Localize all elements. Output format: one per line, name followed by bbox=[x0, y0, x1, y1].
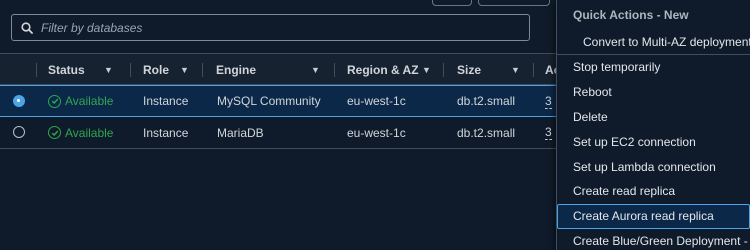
column-separator bbox=[130, 63, 131, 77]
column-separator bbox=[36, 63, 37, 77]
menu-group-quick-actions: Quick Actions - New bbox=[573, 8, 689, 22]
column-separator bbox=[443, 63, 444, 77]
search-icon bbox=[21, 21, 33, 34]
sort-caret-icon[interactable]: ▼ bbox=[180, 65, 189, 75]
sort-caret-icon[interactable]: ▼ bbox=[422, 65, 431, 75]
rds-databases-screen: Status ▼ Role ▼ Engine ▼ Region & AZ ▼ S… bbox=[0, 0, 750, 250]
radio-button-icon[interactable] bbox=[13, 95, 25, 107]
region-cell: eu-west-1c bbox=[347, 125, 406, 140]
size-cell: db.t2.small bbox=[457, 94, 516, 108]
radio-button-icon[interactable] bbox=[13, 126, 25, 138]
column-separator bbox=[533, 63, 534, 77]
region-cell: eu-west-1c bbox=[347, 94, 406, 108]
menu-item-convert-multi-az[interactable]: Convert to Multi-AZ deployment bbox=[557, 30, 750, 54]
menu-item-create-blue-green[interactable]: Create Blue/Green Deployment - n bbox=[557, 229, 750, 250]
menu-item-delete[interactable]: Delete bbox=[557, 105, 750, 130]
sort-caret-icon[interactable]: ▼ bbox=[511, 65, 520, 75]
menu-item-reboot[interactable]: Reboot bbox=[557, 80, 750, 105]
actions-menu: Quick Actions - New Convert to Multi-AZ … bbox=[556, 0, 750, 250]
ac-value: 3 bbox=[545, 93, 552, 109]
column-header-label: Region & AZ bbox=[347, 62, 419, 77]
ac-cell: 3 bbox=[545, 117, 552, 148]
menu-item-create-aurora-read-replica[interactable]: Create Aurora read replica bbox=[557, 203, 750, 229]
toolbar-button[interactable] bbox=[478, 0, 550, 6]
status-cell: Available bbox=[48, 86, 113, 116]
status-text: Available bbox=[65, 125, 114, 140]
role-cell: Instance bbox=[143, 125, 189, 140]
column-header-status[interactable]: Status ▼ bbox=[48, 54, 128, 85]
status-cell: Available bbox=[48, 117, 113, 148]
column-header-region[interactable]: Region & AZ ▼ bbox=[347, 54, 437, 85]
check-circle-icon bbox=[48, 126, 61, 139]
check-circle-icon bbox=[48, 94, 61, 108]
column-separator bbox=[334, 63, 335, 77]
menu-item-create-read-replica[interactable]: Create read replica bbox=[557, 179, 750, 204]
engine-cell: MySQL Community bbox=[217, 94, 321, 108]
ac-cell: 3 bbox=[545, 86, 552, 116]
menu-item-setup-lambda[interactable]: Set up Lambda connection bbox=[557, 154, 750, 179]
column-separator bbox=[202, 63, 203, 77]
search-box[interactable] bbox=[11, 14, 530, 41]
column-header-label: Engine bbox=[216, 62, 257, 77]
menu-item-setup-ec2[interactable]: Set up EC2 connection bbox=[557, 129, 750, 154]
column-header-label: Size bbox=[457, 62, 482, 77]
engine-cell: MariaDB bbox=[217, 125, 264, 140]
column-header-label: Status bbox=[48, 62, 85, 77]
size-cell: db.t2.small bbox=[457, 125, 516, 140]
column-header-role[interactable]: Role ▼ bbox=[143, 54, 195, 85]
sort-caret-icon[interactable]: ▼ bbox=[104, 65, 113, 75]
column-header-label: Role bbox=[143, 62, 170, 77]
toolbar-button[interactable] bbox=[432, 0, 472, 6]
role-cell: Instance bbox=[143, 94, 189, 108]
search-input[interactable] bbox=[33, 20, 529, 35]
column-header-engine[interactable]: Engine ▼ bbox=[216, 54, 326, 85]
menu-item-stop-temporarily[interactable]: Stop temporarily bbox=[557, 55, 750, 80]
status-text: Available bbox=[65, 94, 114, 108]
sort-caret-icon[interactable]: ▼ bbox=[311, 65, 320, 75]
column-header-size[interactable]: Size ▼ bbox=[457, 54, 527, 85]
ac-value: 3 bbox=[545, 125, 552, 140]
